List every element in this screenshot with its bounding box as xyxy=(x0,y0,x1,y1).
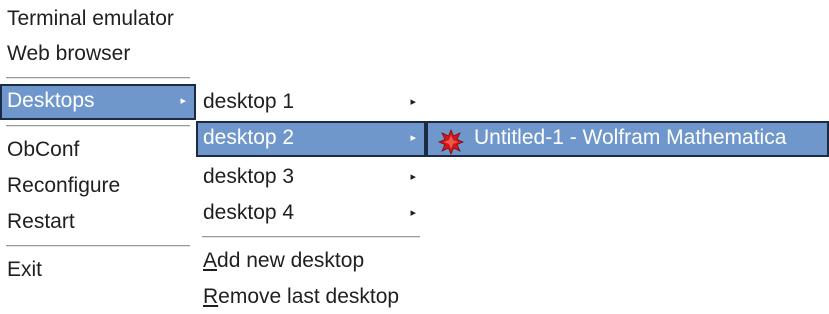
menu-item-exit[interactable]: Exit xyxy=(0,253,196,287)
menu-item-terminal-emulator[interactable]: Terminal emulator xyxy=(0,2,196,36)
menu-item-desktops[interactable]: Desktops ▸ xyxy=(0,84,196,120)
menu-item-label: Restart xyxy=(7,210,75,233)
menu-item-label: Remove last desktop xyxy=(203,280,399,314)
menu-item-label: Reconfigure xyxy=(7,174,121,197)
menu-separator xyxy=(6,125,190,127)
menu-item-label: desktop 4 xyxy=(203,201,295,224)
menu-item-obconf[interactable]: ObConf xyxy=(0,133,196,167)
menu-item-window-untitled-1[interactable]: Untitled-1 - Wolfram Mathematica xyxy=(426,121,829,157)
accelerator-key: A xyxy=(203,249,218,272)
menu-separator xyxy=(6,245,190,247)
menu-item-desktop-4[interactable]: desktop 4 ▸ xyxy=(196,196,426,230)
submenu-arrow-icon: ▸ xyxy=(410,132,416,144)
submenu-arrow-icon: ▸ xyxy=(410,96,416,108)
accelerator-key: R xyxy=(203,285,219,308)
menu-item-label: Exit xyxy=(7,258,43,281)
menu-item-label: Web browser xyxy=(7,42,131,65)
desktops-submenu: desktop 1 ▸ desktop 2 ▸ desktop 3 ▸ desk… xyxy=(196,0,426,310)
menu-item-label: desktop 3 xyxy=(203,165,295,188)
menu-item-add-new-desktop[interactable]: Add new desktop xyxy=(196,244,426,278)
submenu-arrow-icon: ▸ xyxy=(410,207,416,219)
menu-item-desktop-1[interactable]: desktop 1 ▸ xyxy=(196,85,426,119)
menu-item-label: Add new desktop xyxy=(203,244,364,278)
menu-item-desktop-2[interactable]: desktop 2 ▸ xyxy=(196,121,426,157)
submenu-arrow-icon: ▸ xyxy=(180,95,186,107)
windows-submenu: Untitled-1 - Wolfram Mathematica xyxy=(426,0,829,160)
menu-item-label: Terminal emulator xyxy=(7,7,174,30)
mathematica-icon xyxy=(437,128,465,156)
menu-item-label: ObConf xyxy=(7,138,80,161)
menu-item-label-rest: emove last desktop xyxy=(218,285,400,308)
menu-item-label-rest: dd new desktop xyxy=(217,249,365,272)
menu-item-web-browser[interactable]: Web browser xyxy=(0,37,196,71)
root-menu: Terminal emulator Web browser Desktops ▸… xyxy=(0,0,196,310)
menu-item-remove-last-desktop[interactable]: Remove last desktop xyxy=(196,280,426,314)
menu-item-label: Desktops xyxy=(7,89,95,112)
menu-separator xyxy=(202,236,420,238)
menu-item-desktop-3[interactable]: desktop 3 ▸ xyxy=(196,160,426,194)
menu-item-restart[interactable]: Restart xyxy=(0,205,196,239)
submenu-arrow-icon: ▸ xyxy=(410,171,416,183)
menu-separator xyxy=(6,77,190,79)
menu-item-label: desktop 1 xyxy=(203,90,295,113)
menu-item-label: Untitled-1 - Wolfram Mathematica xyxy=(474,126,787,149)
menu-item-reconfigure[interactable]: Reconfigure xyxy=(0,169,196,203)
menu-item-label: desktop 2 xyxy=(203,126,295,149)
